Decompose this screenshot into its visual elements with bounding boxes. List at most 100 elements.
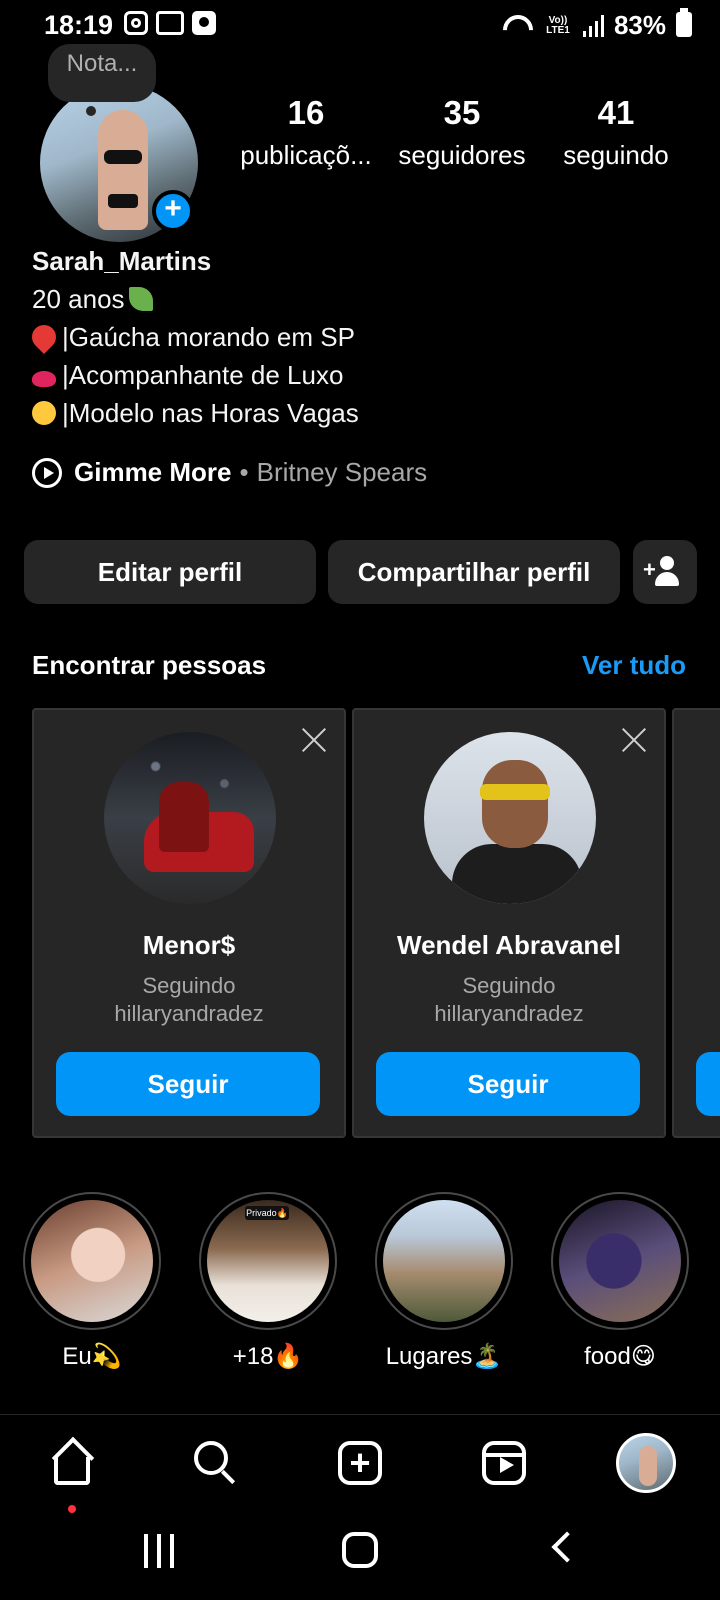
status-time: 18:19 <box>44 10 114 40</box>
suggestion-name: Menor$ <box>142 930 236 960</box>
pin-emoji-icon <box>27 320 61 354</box>
bottom-nav: + <box>0 1414 720 1514</box>
note-bubble-tail <box>86 106 96 116</box>
stat-posts-label: publicaçõ... <box>240 140 372 170</box>
plus-glyph: + <box>643 557 656 582</box>
highlight-cover <box>383 1200 505 1322</box>
see-all-link[interactable]: Ver tudo <box>582 650 686 681</box>
suggestion-card[interactable]: Wendel Abravanel Seguindo hillaryandrade… <box>352 708 666 1138</box>
suggestion-subtitle: Seguindo hillaryandradez <box>34 972 344 1028</box>
highlight-label: Eu💫 <box>62 1343 122 1370</box>
leaf-emoji-icon <box>128 287 153 311</box>
suggestion-subtitle: Seguindo hillaryandradez <box>354 972 664 1028</box>
follow-button[interactable]: Seguir <box>376 1052 640 1116</box>
add-user-icon[interactable]: + <box>633 540 697 604</box>
notification-dot <box>68 1505 76 1513</box>
lte-indicator: Vo)) LTE1 <box>546 14 570 36</box>
bio-line-text: |Acompanhante de Luxo <box>62 360 344 390</box>
song-artist: Britney Spears <box>256 457 428 487</box>
profile-name: Sarah_Martins <box>32 246 212 276</box>
suggestion-subtitle-line: Seguindo <box>462 973 556 998</box>
bio-line-age: 20 anos <box>32 280 359 318</box>
highlight-ring <box>23 1192 161 1330</box>
create-post-icon[interactable]: + <box>336 1439 384 1487</box>
status-notification-icons <box>124 11 216 35</box>
stat-followers[interactable]: 35 seguidores <box>392 94 532 171</box>
search-icon[interactable] <box>192 1439 240 1487</box>
bio-line-text: |Modelo nas Horas Vagas <box>62 398 359 428</box>
follow-button-peek[interactable] <box>696 1052 720 1116</box>
stat-posts[interactable]: 16 publicaçõ... <box>236 94 376 171</box>
suggestion-card[interactable]: Menor$ Seguindo hillaryandradez Seguir <box>32 708 346 1138</box>
alarm-icon <box>192 11 216 35</box>
highlight-label: food😋 <box>584 1343 656 1370</box>
profile-bio: Sarah_Martins 20 anos |Gaúcha morando em… <box>27 242 359 432</box>
wifi-icon <box>503 15 533 37</box>
suggestion-name: Wendel Abravanel <box>397 930 621 960</box>
person-shape <box>159 782 209 852</box>
highlight-cover <box>559 1200 681 1322</box>
avatar-photo <box>98 110 148 230</box>
hugging-face-emoji-icon <box>32 401 56 425</box>
stat-following-label: seguindo <box>563 140 669 170</box>
voicemail-icon <box>156 11 184 35</box>
system-home-icon[interactable] <box>342 1532 378 1568</box>
highlight-item[interactable]: Privado🔥 +18🔥 <box>198 1192 338 1371</box>
highlight-cover: Privado🔥 <box>207 1200 329 1322</box>
note-bubble[interactable]: Nota... <box>48 44 156 102</box>
user-head-shape <box>660 556 674 570</box>
stat-posts-value: 16 <box>287 94 325 131</box>
face-shape <box>482 760 548 848</box>
status-bar: 18:19 Vo)) LTE1 83% <box>0 0 720 50</box>
status-system-icons: Vo)) LTE1 83% <box>503 10 666 41</box>
signal-icon <box>582 14 604 37</box>
suggestion-subtitle-line: Seguindo <box>142 973 236 998</box>
instagram-notification-icon <box>124 11 148 35</box>
suggestion-avatar[interactable] <box>424 732 596 904</box>
battery-icon <box>676 8 692 37</box>
stat-followers-label: seguidores <box>398 140 526 170</box>
suggestion-subtitle-line: hillaryandradez <box>434 1001 584 1026</box>
recents-icon[interactable] <box>142 1534 176 1568</box>
home-icon[interactable] <box>48 1439 96 1487</box>
stat-following-value: 41 <box>597 94 635 131</box>
highlight-item[interactable]: food😋 <box>550 1192 690 1371</box>
profile-tab-avatar[interactable] <box>616 1433 676 1493</box>
close-icon[interactable] <box>620 726 648 754</box>
stat-following[interactable]: 41 seguindo <box>546 94 686 171</box>
add-story-button[interactable]: + <box>152 190 194 232</box>
user-body-shape <box>655 572 679 586</box>
stat-followers-value: 35 <box>443 94 481 131</box>
share-profile-button[interactable]: Compartilhar perfil <box>328 540 620 604</box>
suggestions-title: Encontrar pessoas <box>32 650 267 680</box>
shirt-shape <box>452 844 582 904</box>
bio-line-text: |Gaúcha morando em SP <box>62 322 355 352</box>
highlight-ring: Privado🔥 <box>199 1192 337 1330</box>
profile-music[interactable]: Gimme More • Britney Spears <box>32 457 427 488</box>
song-title: Gimme More <box>74 457 232 487</box>
highlight-item[interactable]: Lugares🏝️ <box>374 1192 514 1371</box>
highlight-label: +18🔥 <box>232 1343 304 1370</box>
play-icon <box>32 457 62 488</box>
back-icon[interactable] <box>551 1531 583 1563</box>
close-icon[interactable] <box>300 726 328 754</box>
follow-button[interactable]: Seguir <box>56 1052 320 1116</box>
highlight-cover-tag: Privado🔥 <box>245 1206 289 1220</box>
bio-line-model: |Modelo nas Horas Vagas <box>32 394 359 432</box>
system-navigation-bar <box>0 1514 720 1600</box>
suggestion-card-peek[interactable] <box>672 708 720 1138</box>
bio-line-location: |Gaúcha morando em SP <box>27 318 359 356</box>
bio-line-work: |Acompanhante de Luxo <box>32 356 359 394</box>
highlight-cover <box>31 1200 153 1322</box>
highlight-item[interactable]: Eu💫 <box>22 1192 162 1371</box>
bio-line-text: 20 anos <box>32 284 125 314</box>
reels-icon[interactable] <box>480 1439 528 1487</box>
suggestion-avatar[interactable] <box>104 732 276 904</box>
highlight-ring <box>375 1192 513 1330</box>
lips-emoji-icon <box>32 371 56 387</box>
suggestion-subtitle-line: hillaryandradez <box>114 1001 264 1026</box>
battery-percent: 83% <box>613 10 666 40</box>
song-separator: • <box>239 457 249 487</box>
edit-profile-button[interactable]: Editar perfil <box>24 540 316 604</box>
highlight-label: Lugares🏝️ <box>385 1343 503 1370</box>
